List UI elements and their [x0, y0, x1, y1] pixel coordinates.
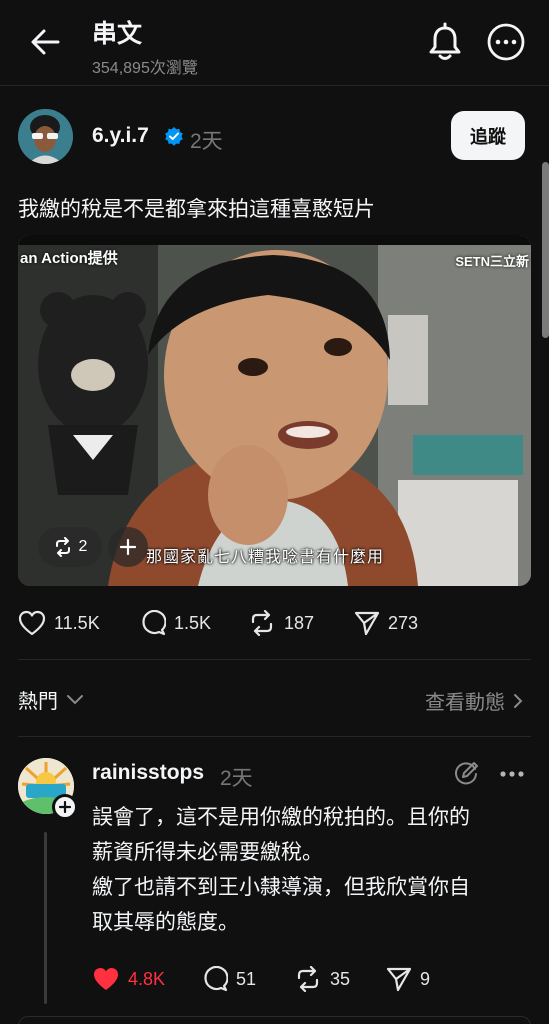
comment-count: 1.5K [174, 612, 212, 633]
reply-timestamp: 2天 [220, 767, 253, 790]
comment-button[interactable]: 1.5K [140, 606, 211, 640]
scrollbar[interactable] [542, 162, 549, 338]
plus-icon [59, 801, 71, 813]
top-bar: 串文 354,895次瀏覽 [0, 0, 549, 86]
reply-like-count: 4.8K [128, 968, 166, 989]
reply-share-button[interactable]: 9 [386, 962, 430, 996]
send-icon [386, 967, 412, 992]
video-subtitle: 那國家亂七八糟我唸書有什麼用 [146, 549, 385, 566]
repost-icon [251, 610, 273, 636]
reply-repost-button[interactable]: 35 [294, 962, 350, 996]
chevron-down-icon [67, 694, 83, 704]
reply-line: 取其辱的態度。 [92, 911, 239, 934]
repost-icon [55, 537, 70, 557]
heart-icon [18, 610, 46, 636]
reply-repost-count: 35 [330, 968, 351, 989]
heart-filled-icon [94, 968, 118, 990]
post-video[interactable]: an Action提供 SETN三立新 那國家亂七八糟我唸書有什麼用 2 [18, 235, 531, 586]
divider [18, 659, 531, 660]
repost-icon [297, 966, 319, 992]
more-icon[interactable] [486, 22, 526, 62]
reply-actions: 4.8K 51 35 9 [92, 962, 532, 994]
reply-like-button[interactable]: 4.8K [92, 962, 165, 996]
view-activity-link[interactable]: 查看動態 [425, 686, 523, 715]
reply-share-count: 9 [420, 968, 431, 989]
author-avatar[interactable] [18, 109, 73, 164]
video-repost-pill[interactable]: 2 [38, 527, 102, 567]
share-button[interactable]: 273 [354, 606, 418, 640]
page-title: 串文 [92, 20, 143, 48]
like-button[interactable]: 11.5K [18, 606, 100, 640]
reply-line: 繳了也請不到王小隸導演，但我欣賞你自 [92, 876, 470, 899]
author-username[interactable]: 6.y.i.7 [92, 124, 149, 148]
activity-label: 查看動態 [425, 692, 505, 714]
verified-badge-icon [165, 127, 183, 146]
video-watermark-right: SETN三立新 [455, 254, 529, 269]
reply-username[interactable]: rainisstops [92, 761, 204, 785]
repost-count: 187 [284, 612, 315, 633]
post-text: 我繳的稅是不是都拿來拍這種喜憨短片 [18, 198, 375, 221]
comment-icon [142, 610, 166, 636]
video-watermark-left: an Action提供 [20, 250, 118, 267]
video-repost-count: 2 [78, 538, 88, 555]
follow-button[interactable]: 追蹤 [451, 111, 525, 160]
bell-icon[interactable] [427, 22, 463, 62]
view-count: 354,895次瀏覽 [92, 60, 198, 77]
more-icon[interactable] [499, 770, 525, 778]
divider [18, 736, 531, 737]
back-arrow-icon[interactable] [28, 26, 64, 58]
sort-dropdown[interactable]: 熱門 [18, 685, 84, 714]
reply-line: 薪資所得未必需要繳稅。 [92, 841, 323, 864]
reply-comment-button[interactable]: 51 [202, 962, 256, 996]
video-add-button[interactable] [108, 527, 148, 567]
like-count: 11.5K [54, 612, 100, 633]
follow-plus-badge[interactable] [52, 794, 78, 820]
share-count: 273 [388, 612, 419, 633]
thread-line [44, 832, 47, 1004]
edit-history-icon[interactable] [453, 760, 479, 786]
plus-icon [120, 539, 136, 555]
repost-button[interactable]: 187 [248, 606, 314, 640]
reply-comment-count: 51 [236, 968, 257, 989]
reply-line: 誤會了，這不是用你繳的稅拍的。且你的 [92, 806, 470, 829]
next-reply-card[interactable] [18, 1016, 531, 1024]
sort-label: 熱門 [18, 691, 58, 713]
post-timestamp: 2天 [190, 130, 223, 153]
reply-text: 誤會了，這不是用你繳的稅拍的。且你的 薪資所得未必需要繳稅。 繳了也請不到王小隸… [92, 800, 532, 940]
send-icon [354, 611, 380, 636]
post-actions: 11.5K 1.5K 187 273 [18, 606, 538, 640]
comment-icon [204, 966, 228, 992]
chevron-right-icon [514, 693, 523, 708]
